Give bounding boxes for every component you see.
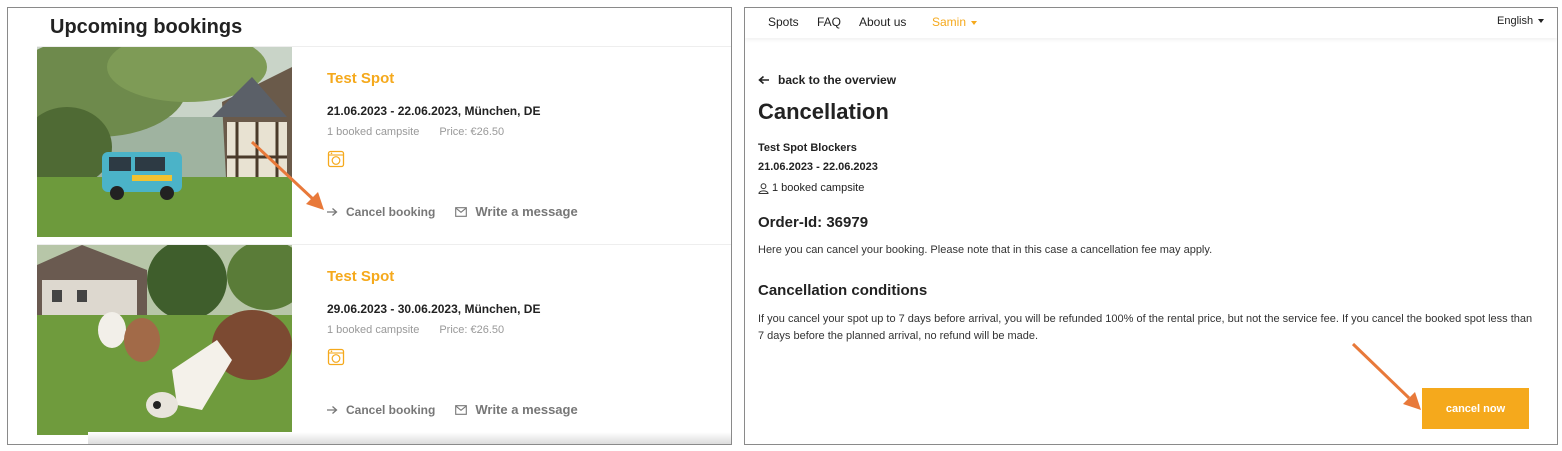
booking-dates: 21.06.2023 - 22.06.2023, München, DE	[327, 104, 541, 118]
booked-campsites: 1 booked campsite	[327, 324, 420, 336]
washing-machine-icon	[327, 150, 345, 168]
booked-campsites: 1 booked campsite	[758, 182, 864, 194]
arrow-left-icon	[758, 75, 769, 85]
nav-item-faq[interactable]: FAQ	[817, 15, 841, 29]
cancellation-notice: Here you can cancel your booking. Please…	[758, 244, 1213, 256]
write-message-link[interactable]: Write a message	[455, 402, 578, 417]
envelope-icon	[455, 404, 468, 415]
user-icon	[758, 182, 769, 194]
booking-actions: Cancel booking Write a message	[327, 402, 578, 417]
language-label: English	[1497, 15, 1534, 27]
booking-dates: 29.06.2023 - 30.06.2023, München, DE	[327, 302, 541, 316]
user-menu-dropdown[interactable]: Samin	[932, 15, 978, 29]
cancel-now-button[interactable]: cancel now	[1422, 388, 1529, 429]
booking-meta: 1 booked campsite Price: €26.50	[327, 324, 504, 336]
conditions-title: Cancellation conditions	[758, 282, 928, 299]
nav-item-about-us[interactable]: About us	[859, 15, 906, 29]
cancel-booking-label: Cancel booking	[346, 402, 436, 417]
user-name: Samin	[932, 15, 967, 29]
spot-name-link[interactable]: Test Spot	[327, 70, 394, 87]
date-range: 21.06.2023 - 22.06.2023	[758, 161, 878, 173]
booking-card: Test Spot 21.06.2023 - 22.06.2023, Münch…	[37, 46, 731, 238]
cancellation-page: Spots FAQ About us Samin English back to…	[744, 7, 1558, 445]
conditions-text: If you cancel your spot up to 7 days bef…	[758, 313, 1533, 342]
cancel-booking-label: Cancel booking	[346, 204, 436, 219]
cancel-booking-link[interactable]: Cancel booking	[327, 403, 435, 417]
booked-campsites: 1 booked campsite	[327, 126, 420, 138]
scroll-fade	[88, 432, 731, 444]
back-link-label: back to the overview	[778, 73, 897, 87]
top-navigation: Spots FAQ About us Samin English	[745, 8, 1557, 38]
page-title: Cancellation	[758, 99, 889, 124]
booking-price: Price: €26.50	[439, 126, 505, 138]
nav-item-spots[interactable]: Spots	[768, 15, 799, 29]
arrow-right-icon	[327, 207, 338, 217]
envelope-icon	[455, 206, 468, 217]
chevron-down-icon	[971, 20, 978, 25]
order-id: Order-Id: 36979	[758, 214, 869, 231]
upcoming-bookings-panel: Upcoming bookings Test Spot 21.06.2023 -…	[7, 7, 732, 445]
booking-info: Test Spot 29.06.2023 - 30.06.2023, Münch…	[327, 245, 731, 435]
booking-card: Test Spot 29.06.2023 - 30.06.2023, Münch…	[37, 244, 731, 436]
write-message-label: Write a message	[475, 204, 578, 219]
washing-machine-icon	[327, 348, 345, 366]
booking-meta: 1 booked campsite Price: €26.50	[327, 126, 504, 138]
booking-info: Test Spot 21.06.2023 - 22.06.2023, Münch…	[327, 47, 731, 237]
spot-name-link[interactable]: Test Spot	[327, 268, 394, 285]
spot-photo-camper-van[interactable]	[37, 47, 292, 237]
write-message-label: Write a message	[475, 402, 578, 417]
booking-actions: Cancel booking Write a message	[327, 204, 578, 219]
cancel-booking-link[interactable]: Cancel booking	[327, 205, 435, 219]
booking-price: Price: €26.50	[439, 324, 505, 336]
back-to-overview-link[interactable]: back to the overview	[758, 73, 896, 87]
arrow-right-icon	[327, 405, 338, 415]
campsites-label: 1 booked campsite	[772, 182, 865, 194]
section-title: Upcoming bookings	[50, 16, 243, 38]
language-dropdown[interactable]: English	[1497, 15, 1545, 27]
chevron-down-icon	[1538, 19, 1545, 24]
spot-photo-alpacas[interactable]	[37, 245, 292, 435]
write-message-link[interactable]: Write a message	[455, 204, 578, 219]
spot-title: Test Spot Blockers	[758, 142, 857, 154]
